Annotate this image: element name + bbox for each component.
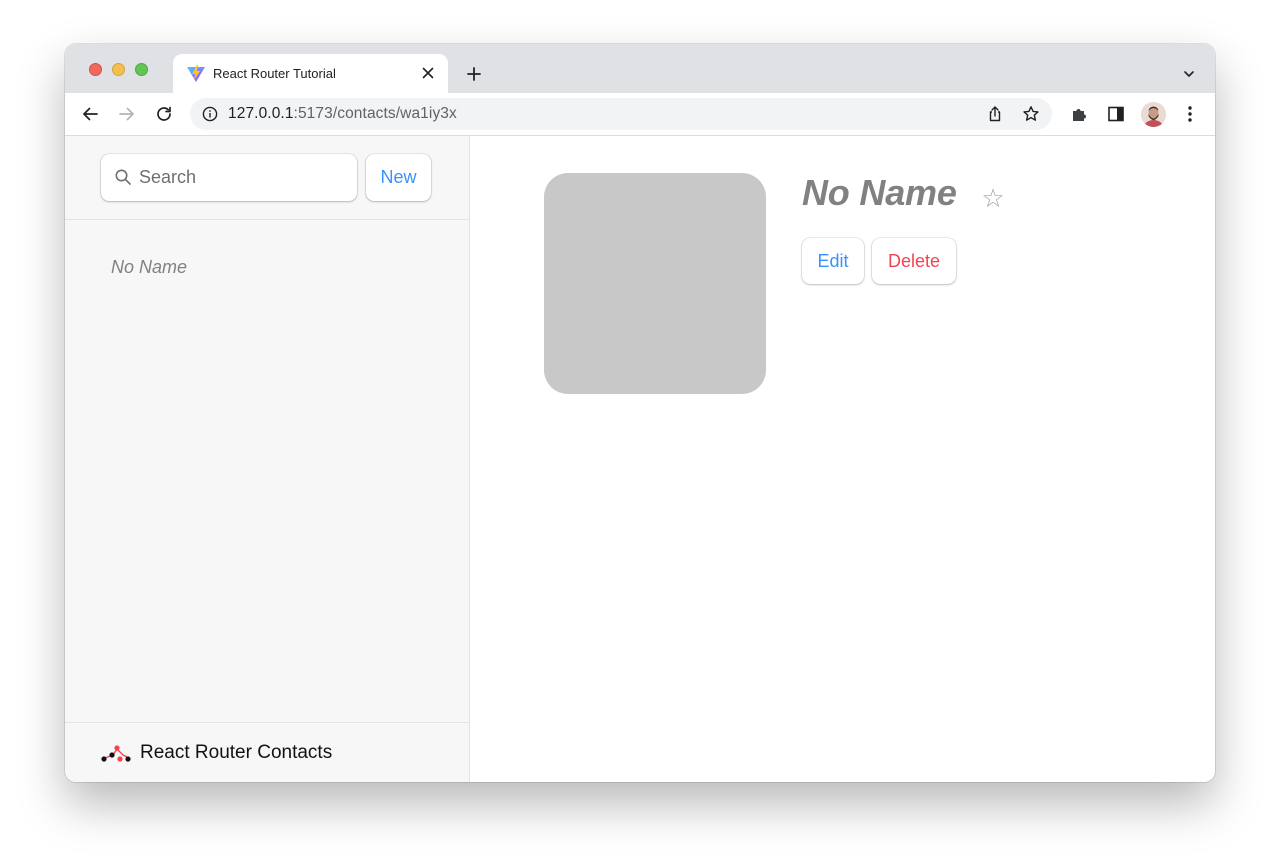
search-input[interactable] bbox=[137, 154, 347, 201]
tab-title: React Router Tutorial bbox=[213, 66, 336, 81]
app-title: React Router Contacts bbox=[140, 742, 333, 763]
browser-tab[interactable]: React Router Tutorial bbox=[173, 54, 448, 93]
window-close-button[interactable] bbox=[89, 63, 102, 76]
contact-list-item[interactable]: No Name bbox=[101, 248, 433, 286]
url-host: 127.0.0.1 bbox=[228, 105, 294, 122]
side-panel-icon[interactable] bbox=[1106, 104, 1126, 124]
back-arrow-icon[interactable] bbox=[79, 103, 101, 125]
search-box[interactable] bbox=[101, 154, 357, 201]
chevron-down-icon[interactable] bbox=[1179, 64, 1199, 84]
url-text: 127.0.0.1:5173/contacts/wa1iy3x bbox=[228, 105, 457, 123]
url-path: :5173/contacts/wa1iy3x bbox=[293, 105, 457, 122]
sidebar: New No Name React Router Contacts bbox=[65, 136, 470, 782]
page-content: New No Name React Router Contacts No N bbox=[65, 136, 1215, 782]
new-contact-button[interactable]: New bbox=[366, 154, 431, 201]
reload-icon[interactable] bbox=[153, 103, 175, 125]
bookmark-star-icon[interactable] bbox=[1022, 105, 1040, 123]
extensions-puzzle-icon[interactable] bbox=[1069, 104, 1089, 124]
edit-button[interactable]: Edit bbox=[802, 238, 864, 284]
profile-avatar[interactable] bbox=[1141, 102, 1166, 127]
tab-close-icon[interactable] bbox=[418, 63, 438, 83]
favorite-star-icon[interactable]: ☆ bbox=[978, 183, 1008, 213]
contact-avatar-placeholder bbox=[544, 173, 766, 394]
vite-logo-icon bbox=[187, 65, 205, 82]
sidebar-footer: React Router Contacts bbox=[65, 722, 469, 782]
tab-strip: React Router Tutorial bbox=[65, 44, 1215, 93]
browser-window: React Router Tutorial 127.0.0.1:5173/con… bbox=[65, 44, 1215, 782]
contact-detail: No Name ☆ Edit Delete bbox=[470, 136, 1215, 782]
delete-button[interactable]: Delete bbox=[872, 238, 956, 284]
browser-toolbar: 127.0.0.1:5173/contacts/wa1iy3x bbox=[65, 93, 1215, 136]
sidebar-divider bbox=[65, 219, 469, 220]
address-bar[interactable]: 127.0.0.1:5173/contacts/wa1iy3x bbox=[190, 98, 1052, 130]
kebab-menu-icon[interactable] bbox=[1180, 104, 1200, 124]
forward-arrow-icon[interactable] bbox=[116, 103, 138, 125]
window-maximize-button[interactable] bbox=[135, 63, 148, 76]
search-icon bbox=[115, 169, 131, 185]
new-tab-plus-icon[interactable] bbox=[463, 63, 485, 85]
share-icon[interactable] bbox=[986, 105, 1004, 123]
site-info-icon[interactable] bbox=[202, 106, 218, 122]
react-router-logo-icon bbox=[101, 745, 131, 762]
window-minimize-button[interactable] bbox=[112, 63, 125, 76]
contact-name: No Name bbox=[802, 172, 957, 213]
